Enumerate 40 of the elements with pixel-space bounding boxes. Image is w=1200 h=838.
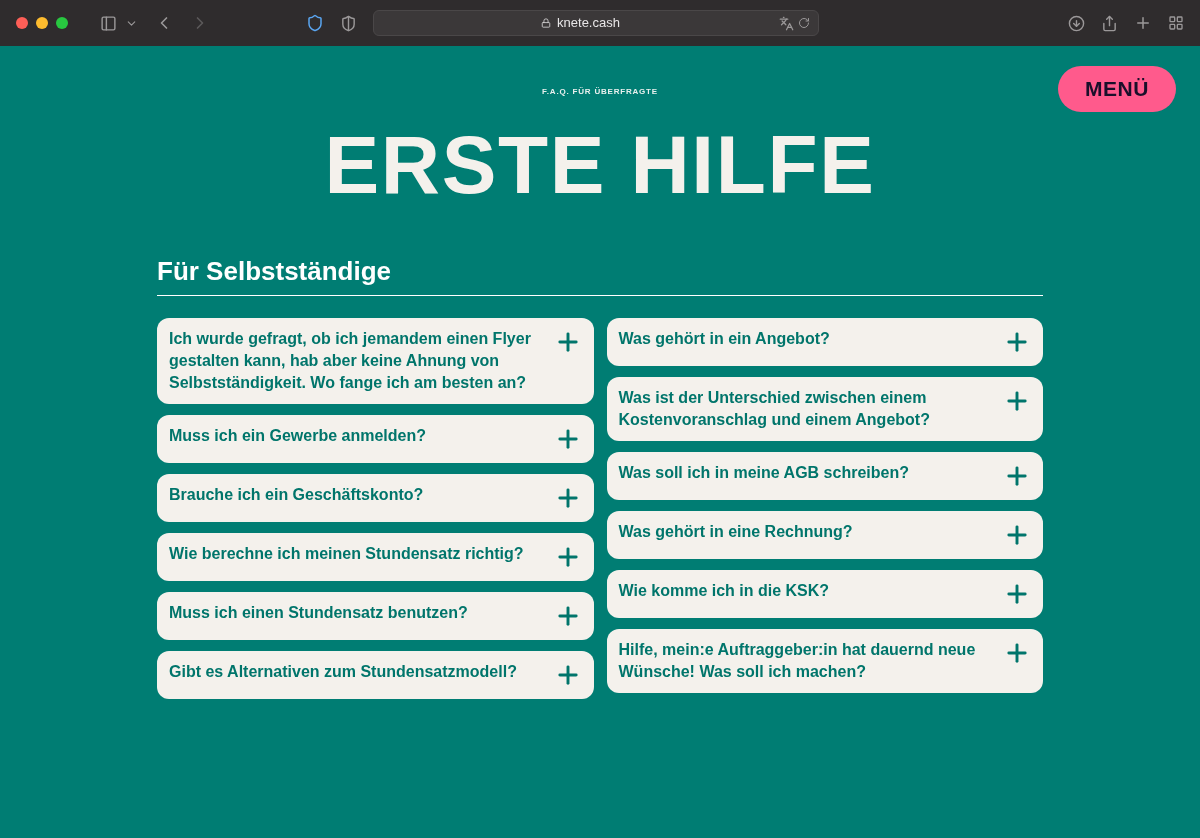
question-text: Brauche ich ein Geschäftskonto? [169,485,424,505]
section-heading: Für Selbstständige [157,252,1043,296]
question-text: Was gehört in ein Angebot? [618,329,830,349]
url-text: knete.cash [557,14,620,33]
menu-button[interactable]: MENÜ [1058,66,1176,112]
question-text: Was soll ich in meine AGB schreiben? [618,463,909,483]
question-text: Muss ich ein Gewerbe anmelden? [169,426,426,446]
question-text: Ich wurde gefragt, ob ich jemandem einen Flyer gestalten kann, hab aber keine Ahnung von Selbstständigkeit. Wo fange ich am besten an? [169,329,532,393]
sidebar-icon[interactable] [100,14,117,32]
faq-item[interactable]: Brauche ich ein Geschäftskonto? [157,474,594,522]
faq-item[interactable]: Ich wurde gefragt, ob ich jemandem einen Flyer gestalten kann, hab aber keine Ahnung von Selbstständigkeit. Wo fange ich am besten an? [157,318,594,404]
new-tab-icon[interactable] [1134,14,1152,32]
shield-icon[interactable] [306,14,324,32]
question-text: Was gehört in eine Rechnung? [618,522,853,542]
faq-item[interactable]: Muss ich ein Gewerbe anmelden? [157,415,594,463]
reload-icon[interactable] [798,17,810,29]
question-text: Hilfe, mein:e Auftraggeber:in hat dauernd neue Wünsche! Was soll ich machen? [618,640,977,682]
faq-item[interactable]: Hilfe, mein:e Auftraggeber:in hat dauernd neue Wünsche! Was soll ich machen? [606,629,1043,693]
faq-item[interactable]: Wie komme ich in die KSK? [606,570,1043,618]
question-text: Wie komme ich in die KSK? [618,581,830,601]
question-text: Was ist der Unterschied zwischen einem Kostenvoranschlag und einem Angebot? [618,388,931,430]
half-shield-icon[interactable] [340,14,357,32]
share-icon[interactable] [1101,14,1118,32]
faq-item[interactable]: Was soll ich in meine AGB schreiben? [606,452,1043,500]
faq-item[interactable]: Was gehört in eine Rechnung? [606,511,1043,559]
faq-item[interactable]: Wie berechne ich meinen Stundensatz richtig? [157,533,594,581]
lock-icon [541,18,552,28]
address-bar[interactable]: knete.cash [373,10,819,36]
translate-icon[interactable] [779,15,794,31]
page-title: ERSTE HILFE [324,120,876,210]
question-text: Wie berechne ich meinen Stundensatz richtig? [169,544,524,564]
faq-item[interactable]: Was ist der Unterschied zwischen einem Kostenvoranschlag und einem Angebot? [606,377,1043,441]
faq-item[interactable]: Muss ich einen Stundensatz benutzen? [157,592,594,640]
faq-item[interactable]: Gibt es Alternativen zum Stundensatzmodell? [157,651,594,699]
question-text: Gibt es Alternativen zum Stundensatzmodell? [169,662,517,682]
question-text: Muss ich einen Stundensatz benutzen? [169,603,468,623]
tab-overview-icon[interactable] [1168,15,1184,31]
download-icon[interactable] [1068,14,1085,32]
eyebrow-text: F.A.Q. FÜR ÜBERFRAGTE [542,86,658,98]
faq-item[interactable]: Was gehört in ein Angebot? [606,318,1043,366]
